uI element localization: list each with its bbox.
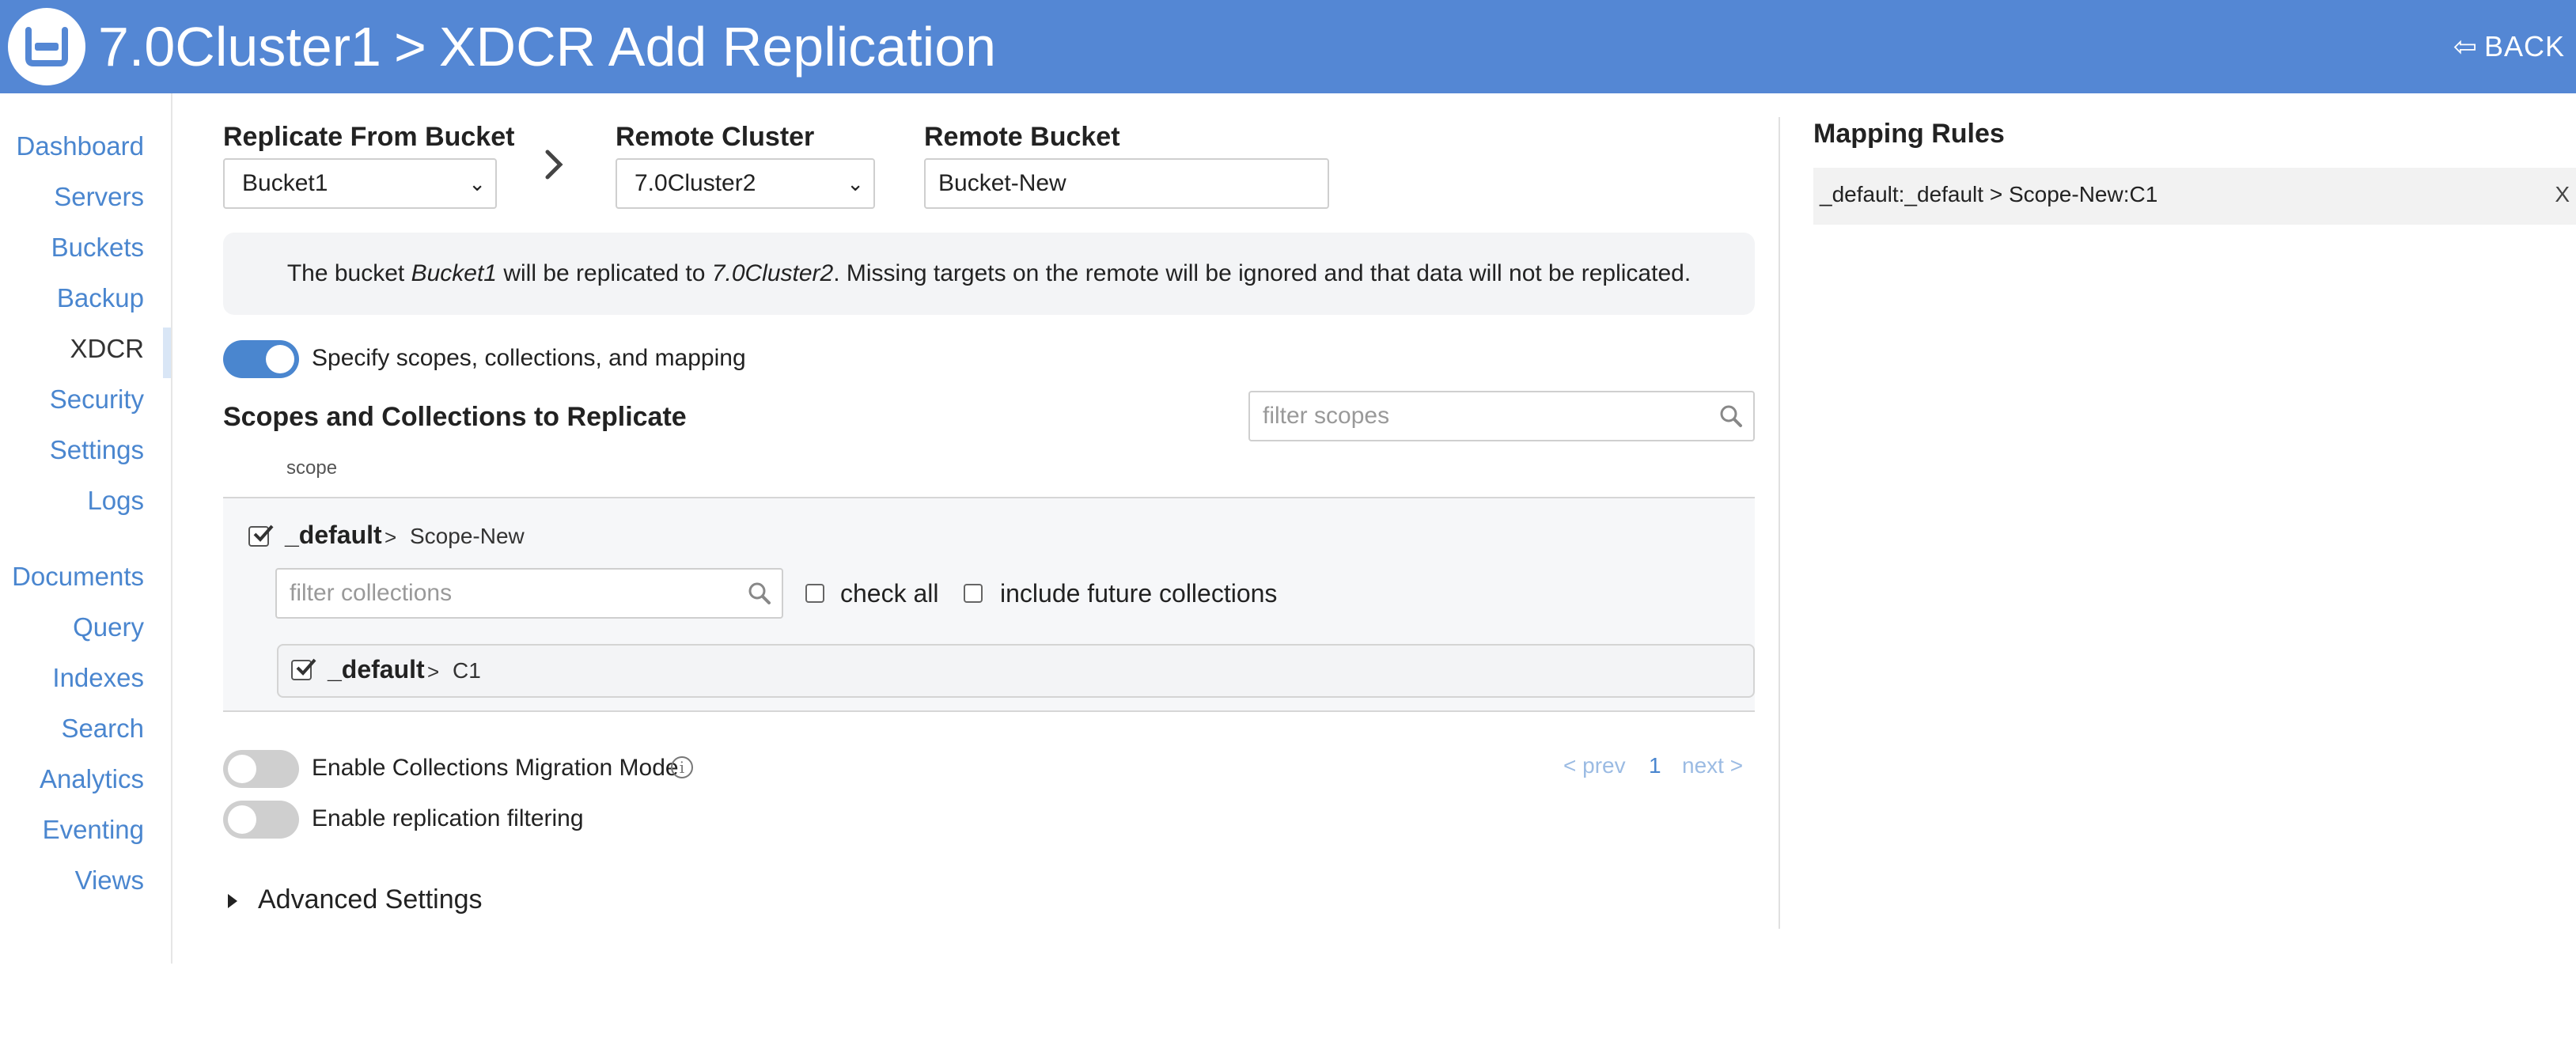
- include-future-checkbox[interactable]: [964, 584, 983, 603]
- info-icon[interactable]: i: [671, 756, 693, 778]
- sidebar-item-servers[interactable]: Servers: [54, 182, 144, 212]
- mapping-rule-row: _default:_default > Scope-New:C1 X: [1813, 168, 2576, 225]
- collection-target: C1: [453, 658, 481, 683]
- sidebar-item-backup[interactable]: Backup: [57, 283, 144, 313]
- sidebar-item-buckets[interactable]: Buckets: [51, 233, 144, 263]
- toggle-knob: [228, 805, 256, 834]
- collection-row: [277, 644, 1755, 698]
- couchbase-logo-icon[interactable]: [8, 8, 85, 85]
- arrow-left-icon: ⇦: [2453, 30, 2478, 62]
- check-all-label: check all: [840, 579, 939, 608]
- specify-scopes-label: Specify scopes, collections, and mapping: [312, 345, 746, 371]
- remote-bucket-value: Bucket-New: [938, 170, 1066, 196]
- sidebar-item-indexes[interactable]: Indexes: [52, 663, 144, 693]
- filter-collections-placeholder: filter collections: [290, 580, 453, 606]
- toggle-knob: [228, 755, 256, 783]
- migration-mode-label: Enable Collections Migration Mode: [312, 755, 679, 781]
- sidebar-item-views[interactable]: Views: [75, 865, 144, 896]
- scope-name[interactable]: _default: [285, 521, 382, 550]
- breadcrumb-cluster[interactable]: 7.0Cluster1: [98, 16, 381, 78]
- filter-scopes-placeholder: filter scopes: [1263, 403, 1390, 429]
- top-header: 7.0Cluster1 > XDCR Add Replication ⇦ BACK: [0, 0, 2576, 93]
- check-all-checkbox[interactable]: [805, 584, 824, 603]
- collection-checkbox[interactable]: [291, 658, 316, 680]
- replication-filtering-label: Enable replication filtering: [312, 805, 584, 831]
- main-content: Replicate From Bucket Bucket1 ⌄ Remote C…: [223, 93, 1758, 964]
- sidebar-item-documents[interactable]: Documents: [12, 562, 144, 592]
- from-bucket-label: Replicate From Bucket: [223, 122, 515, 152]
- pager-current[interactable]: 1: [1649, 753, 1661, 778]
- from-bucket-value: Bucket1: [242, 170, 328, 196]
- chevron-right-icon: [545, 150, 563, 180]
- replication-info-banner: The bucket Bucket1 will be replicated to…: [223, 233, 1755, 315]
- remote-bucket-input[interactable]: Bucket-New: [924, 158, 1329, 209]
- info-text-middle: will be replicated to: [496, 260, 712, 286]
- sidebar-active-indicator: [163, 328, 171, 378]
- breadcrumb-page: XDCR Add Replication: [438, 16, 997, 78]
- info-text-suffix: . Missing targets on the remote will be …: [833, 260, 1691, 286]
- filter-collections-input[interactable]: filter collections: [275, 568, 783, 619]
- scope-target: Scope-New: [410, 524, 525, 548]
- filter-scopes-input[interactable]: filter scopes: [1248, 391, 1755, 441]
- sidebar-item-settings[interactable]: Settings: [50, 435, 144, 465]
- sidebar-item-eventing[interactable]: Eventing: [43, 815, 144, 845]
- toggle-knob: [266, 345, 294, 373]
- sidebar-item-analytics[interactable]: Analytics: [40, 764, 144, 794]
- check-icon: [296, 658, 316, 676]
- include-future-label: include future collections: [1000, 579, 1278, 608]
- divider: [223, 710, 1755, 712]
- panel-divider: [1779, 117, 1780, 929]
- from-bucket-select[interactable]: Bucket1 ⌄: [223, 158, 497, 209]
- info-text-prefix: The bucket: [286, 260, 411, 286]
- back-button[interactable]: ⇦ BACK: [2453, 27, 2565, 66]
- collection-name[interactable]: _default: [328, 655, 425, 684]
- check-icon: [253, 524, 274, 542]
- chevron-down-icon: ⌄: [468, 172, 486, 195]
- remote-bucket-label: Remote Bucket: [924, 122, 1120, 152]
- mapping-arrow: >: [385, 525, 397, 549]
- pager-next[interactable]: next >: [1682, 753, 1743, 778]
- mapping-rule-text: _default:_default > Scope-New:C1: [1820, 182, 2158, 206]
- replication-filtering-toggle[interactable]: [223, 801, 299, 839]
- remote-cluster-value: 7.0Cluster2: [635, 170, 756, 196]
- advanced-settings-label: Advanced Settings: [258, 884, 483, 915]
- remote-cluster-label: Remote Cluster: [616, 122, 815, 152]
- breadcrumb-separator: >: [393, 16, 426, 78]
- pager-prev[interactable]: < prev: [1563, 753, 1626, 778]
- info-bucket-name: Bucket1: [411, 260, 497, 286]
- advanced-settings-toggle[interactable]: Advanced Settings: [223, 884, 483, 924]
- search-icon: [748, 582, 771, 604]
- scopes-section-title: Scopes and Collections to Replicate: [223, 402, 687, 432]
- mapping-arrow: >: [427, 660, 440, 684]
- scope-checkbox[interactable]: [248, 524, 274, 547]
- remote-cluster-select[interactable]: 7.0Cluster2 ⌄: [616, 158, 875, 209]
- remove-rule-button[interactable]: X: [2555, 182, 2570, 207]
- chevron-down-icon: ⌄: [847, 172, 864, 195]
- sidebar: Dashboard Servers Buckets Backup XDCR Se…: [0, 93, 172, 964]
- sidebar-item-query[interactable]: Query: [73, 612, 144, 642]
- specify-scopes-toggle[interactable]: [223, 340, 299, 378]
- sidebar-item-xdcr[interactable]: XDCR: [70, 334, 144, 364]
- migration-mode-toggle[interactable]: [223, 750, 299, 788]
- sidebar-item-search[interactable]: Search: [61, 714, 144, 744]
- caret-right-icon: [228, 894, 237, 909]
- page-title: 7.0Cluster1 > XDCR Add Replication: [98, 11, 996, 82]
- mapping-rules-title: Mapping Rules: [1813, 119, 2005, 149]
- info-cluster-name: 7.0Cluster2: [711, 260, 834, 286]
- scope-column-header[interactable]: scope: [286, 457, 337, 479]
- sidebar-item-dashboard[interactable]: Dashboard: [17, 131, 144, 161]
- search-icon: [1720, 405, 1742, 427]
- sidebar-item-security[interactable]: Security: [50, 384, 144, 415]
- back-label: BACK: [2483, 30, 2565, 62]
- sidebar-item-logs[interactable]: Logs: [87, 486, 144, 516]
